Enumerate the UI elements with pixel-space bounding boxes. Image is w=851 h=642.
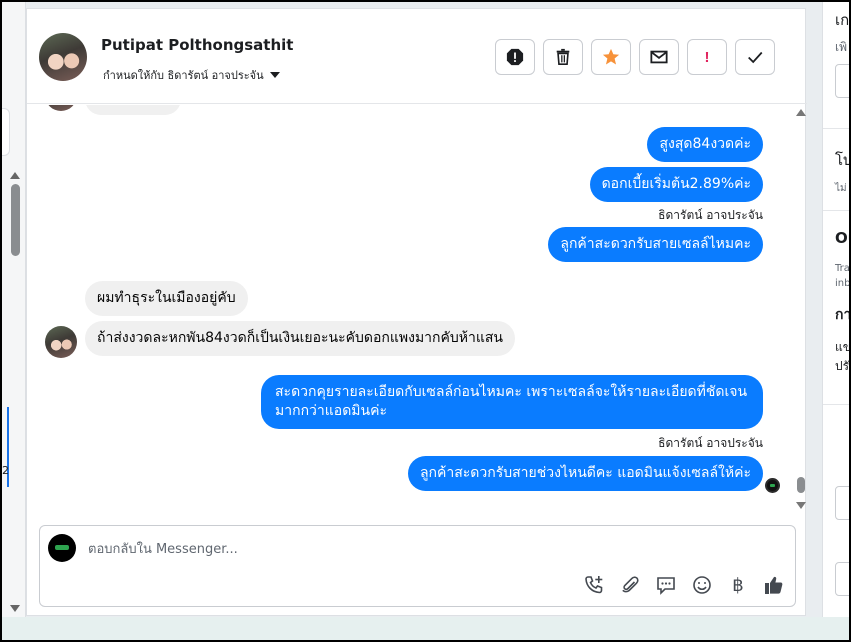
divider [823,128,849,129]
sender-label: ธิดารัตน์ อาจประจัน [658,208,763,222]
message-bubble-outgoing[interactable]: สะดวกคุยรายละเอียดกับเซลล์ก่อนไหมคะ เพรา… [261,375,763,429]
sender-label: ธิดารัตน์ อาจประจัน [658,436,763,450]
saved-reply-icon [657,577,675,595]
message-bubble-outgoing[interactable]: สูงสุด84งวดค่ะ [647,127,763,162]
call-button[interactable] [583,574,605,596]
details-section-subtext: inb [835,278,849,289]
list-scroll-up[interactable] [10,172,20,179]
trash-icon [556,48,570,66]
spam-icon [506,48,524,66]
reply-composer: ฿ [39,525,796,607]
details-section-subtext: แข [835,340,849,354]
divider [823,404,849,405]
details-input[interactable] [835,64,849,98]
details-section-subtext: ปรั [835,359,849,373]
message-bubble-incoming[interactable]: ผมทำธุระในเมืองอยู่คับ [85,281,248,316]
contact-avatar-small [45,326,77,358]
mail-icon [650,50,668,64]
details-section-subtext: ไม่ [835,183,847,194]
details-section-title: โบ [835,151,849,169]
composer-tools: ฿ [583,574,785,596]
thread-scrollbar[interactable] [795,105,807,515]
list-edge-digit: 2 [2,464,9,477]
details-heading: เก [835,11,849,29]
details-section-title: Ou [835,229,849,247]
divider [823,210,849,211]
like-icon [765,576,783,594]
assign-dropdown[interactable]: กำหนดให้กับ ธิดารัตน์ อาจประจัน [103,66,280,84]
chevron-down-icon [269,72,280,78]
scroll-up-arrow[interactable] [796,109,806,116]
page-avatar [48,534,76,562]
scrollbar-thumb[interactable] [797,477,805,493]
message-bubble-partial [85,105,181,115]
mark-unread-button[interactable] [639,39,679,75]
emoji-button[interactable] [691,574,713,596]
star-icon [602,48,620,65]
details-input[interactable] [835,562,849,596]
attach-button[interactable] [619,574,641,596]
mark-spam-button[interactable] [495,39,535,75]
contact-avatar[interactable] [39,33,87,81]
chat-header: Putipat Polthongsathit กำหนดให้กับ ธิดาร… [27,9,807,104]
message-bubble-outgoing[interactable]: ดอกเบี้ยเริ่มต้น2.89%ค่ะ [589,167,763,202]
chat-panel: Putipat Polthongsathit กำหนดให้กับ ธิดาร… [26,8,807,616]
header-actions: ! [495,39,775,75]
payment-button[interactable]: ฿ [727,574,749,596]
seen-indicator-avatar [765,478,780,493]
contact-details-panel: เก เพิ โบ ไม่ Ou Tra inb กา แข ปรั [822,2,849,617]
call-add-icon [585,576,603,594]
saved-replies-button[interactable] [655,574,677,596]
attachment-icon [622,576,639,593]
star-button[interactable] [591,39,631,75]
message-thread[interactable]: สูงสุด84งวดค่ะ ดอกเบี้ยเริ่มต้น2.89%ค่ะ … [27,105,807,515]
list-scroll-down[interactable] [10,605,20,612]
list-card-edge[interactable] [2,108,10,156]
message-bubble-outgoing[interactable]: ลูกค้าสะดวกรับสายช่วงไหนดีคะ แอดมินแจ้งเ… [407,456,763,491]
like-button[interactable] [763,574,785,596]
details-section-title: กา [835,307,849,323]
bottom-area [2,617,849,640]
exclamation-icon: ! [704,48,710,66]
message-bubble-incoming[interactable]: ถ้าส่งงวดละหกพัน84งวดก็เป็นเงินเยอะนะคับ… [85,321,515,356]
assigned-to-label: กำหนดให้กับ ธิดารัตน์ อาจประจัน [103,69,264,82]
details-input[interactable] [835,486,849,520]
details-section-subtext: Tra [835,263,849,274]
emoji-icon [693,576,711,594]
follow-up-button[interactable]: ! [687,39,727,75]
contact-name[interactable]: Putipat Polthongsathit [101,36,293,54]
list-scrollbar-thumb[interactable] [11,184,20,256]
mark-done-button[interactable] [735,39,775,75]
details-subtext: เพิ [835,40,848,54]
scroll-down-arrow[interactable] [796,502,806,509]
conversation-list-edge: 2 [2,2,26,640]
reply-input[interactable] [88,538,688,560]
message-bubble-outgoing[interactable]: ลูกค้าสะดวกรับสายเซลล์ไหมคะ [548,227,763,262]
payment-icon: ฿ [732,574,744,596]
check-icon [748,51,763,64]
contact-avatar-small [45,105,77,111]
app-window: 2 Putipat Polthongsathit กำหนดให้กับ ธิด… [2,2,849,640]
delete-button[interactable] [543,39,583,75]
